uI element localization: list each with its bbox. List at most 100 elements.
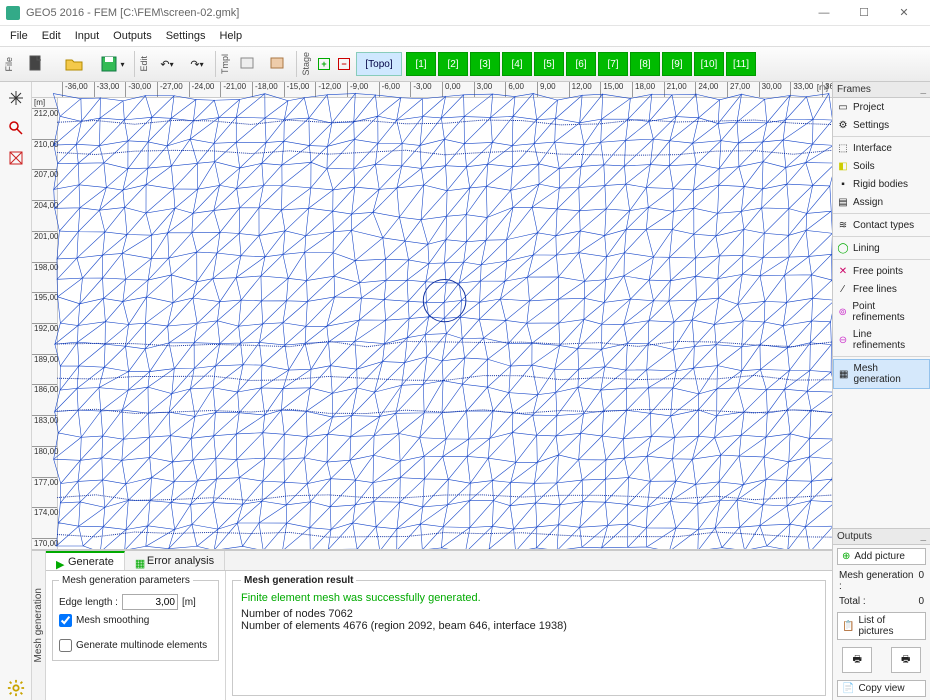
stage-button-4[interactable]: [4] [502,52,532,76]
mesh-gen-count: 0 [918,570,924,592]
add-stage-button[interactable]: + [315,50,333,78]
tab-generate[interactable]: ▶Generate [46,551,125,570]
edge-length-label: Edge length : [59,597,118,608]
frame-item-freelines[interactable]: ∕Free lines [833,280,930,298]
menu-bar: FileEditInputOutputsSettingsHelp [0,26,930,46]
freelines-icon: ∕ [837,283,849,295]
list-pictures-button[interactable]: 📋List of pictures [837,612,926,640]
meshgen-icon: ▦ [838,368,850,380]
stage-button-6[interactable]: [6] [566,52,596,76]
result-elements-text: Number of elements 4676 (region 2092, be… [241,620,817,632]
zoom-tool-button[interactable] [4,116,28,140]
template-2-button[interactable] [264,50,292,78]
frames-header: Frames _ [833,82,930,98]
play-icon: ▶ [56,558,64,566]
window-maximize-button[interactable]: ☐ [844,1,884,25]
total-count: 0 [918,596,924,607]
outputs-header: Outputs _ [833,529,930,545]
copy-icon: 📄 [842,683,854,694]
menu-outputs[interactable]: Outputs [107,28,158,44]
pan-tool-button[interactable] [4,86,28,110]
list-icon: 📋 [842,621,854,632]
grid-icon: ▦ [135,557,143,565]
stage-button-10[interactable]: [10] [694,52,724,76]
params-legend: Mesh generation parameters [59,575,193,586]
stage-group-label: Stage [301,52,311,76]
app-icon [6,6,20,20]
multinode-label: Generate multinode elements [76,640,207,651]
frames-minimize-button[interactable]: _ [920,84,926,95]
ptref-icon: ⊚ [837,306,848,318]
result-success-text: Finite element mesh was successfully gen… [241,592,817,604]
stage-button-3[interactable]: [3] [470,52,500,76]
printer-icon: 🖶 [901,652,910,669]
print-button-1[interactable]: 🖶 [842,647,872,673]
frame-item-lnref[interactable]: ⊖Line refinements [833,326,930,354]
bottom-side-label: Mesh generation [32,551,46,700]
settings-gear-button[interactable] [4,676,28,700]
title-bar: GEO5 2016 - FEM [C:\FEM\screen-02.gmk] ―… [0,0,930,26]
edge-length-unit: [m] [182,597,196,608]
edge-length-input[interactable] [122,594,178,610]
settings-icon: ⚙ [837,119,849,131]
stage-button-7[interactable]: [7] [598,52,628,76]
print-button-2[interactable]: 🖶 [891,647,921,673]
remove-stage-button[interactable]: − [335,50,353,78]
window-minimize-button[interactable]: ― [804,1,844,25]
tmpl-group-label: Tmpl [220,54,230,74]
redo-button[interactable]: ↷▾ [183,50,211,78]
tab-error-analysis[interactable]: ▦Error analysis [125,551,225,570]
mesh-smoothing-label: Mesh smoothing [76,615,149,626]
right-sidebar: Frames _ ▭Project⚙Settings ⬚Interface◧Soi… [832,82,930,700]
frame-item-lining[interactable]: ◯Lining [833,239,930,257]
frame-item-project[interactable]: ▭Project [833,98,930,116]
stage-button-5[interactable]: [5] [534,52,564,76]
mesh-result-panel: Mesh generation result Finite element me… [226,571,832,700]
interface-icon: ⬚ [837,142,849,154]
outputs-minimize-button[interactable]: _ [920,531,926,542]
mesh-params-panel: Mesh generation parameters Edge length :… [46,571,226,700]
frame-item-ptref[interactable]: ⊚Point refinements [833,298,930,326]
new-file-button[interactable] [18,50,54,78]
template-1-button[interactable] [234,50,262,78]
frame-item-settings[interactable]: ⚙Settings [833,116,930,134]
frame-item-assign[interactable]: ▤Assign [833,193,930,211]
stage-topo-button[interactable]: [Topo] [356,52,402,76]
save-file-button[interactable]: ▾ [94,50,130,78]
menu-settings[interactable]: Settings [160,28,212,44]
result-legend: Mesh generation result [241,575,356,586]
bottom-tabs: ▶Generate ▦Error analysis [46,551,832,571]
mesh-smoothing-checkbox[interactable] [59,614,72,627]
lnref-icon: ⊖ [837,334,849,346]
edit-group-label: Edit [139,56,149,72]
frame-item-contact[interactable]: ≋Contact types [833,216,930,234]
stage-button-11[interactable]: [11] [726,52,756,76]
window-close-button[interactable]: ✕ [884,1,924,25]
frame-item-soils[interactable]: ◧Soils [833,157,930,175]
add-picture-button[interactable]: ⊕Add picture [837,548,926,565]
mesh-viewport[interactable]: [m] -36,00-33,00-30,00-27,00-24,00-21,00… [32,82,832,550]
soils-icon: ◧ [837,160,849,172]
total-count-label: Total : [839,596,866,607]
frame-item-meshgen[interactable]: ▦Mesh generation [833,359,930,389]
stage-button-1[interactable]: [1] [406,52,436,76]
menu-input[interactable]: Input [69,28,105,44]
fit-tool-button[interactable] [4,146,28,170]
add-picture-icon: ⊕ [842,551,850,562]
multinode-checkbox[interactable] [59,639,72,652]
open-file-button[interactable] [56,50,92,78]
stage-button-2[interactable]: [2] [438,52,468,76]
undo-button[interactable]: ↶▾ [153,50,181,78]
menu-edit[interactable]: Edit [36,28,67,44]
stage-button-9[interactable]: [9] [662,52,692,76]
main-toolbar: File ▾ Edit ↶▾ ↷▾ Tmpl Stage + − [Topo] … [0,46,930,82]
left-toolbar [0,82,32,700]
mesh-canvas [32,82,832,549]
frame-item-rigid[interactable]: ▪Rigid bodies [833,175,930,193]
frame-item-freepts[interactable]: ✕Free points [833,262,930,280]
frame-item-interface[interactable]: ⬚Interface [833,139,930,157]
menu-help[interactable]: Help [213,28,248,44]
menu-file[interactable]: File [4,28,34,44]
copy-view-button[interactable]: 📄Copy view [837,680,926,697]
stage-button-8[interactable]: [8] [630,52,660,76]
